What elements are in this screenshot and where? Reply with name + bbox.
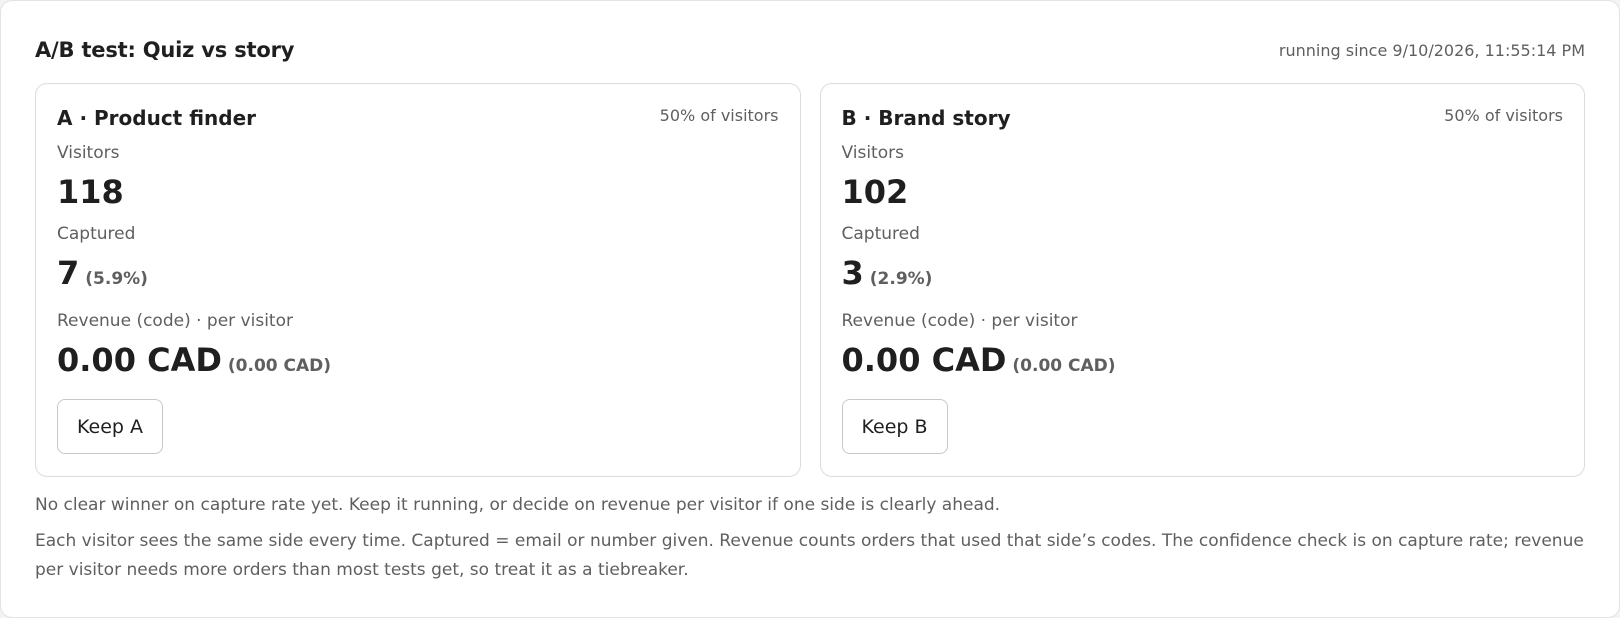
captured-label: Captured [841, 224, 920, 244]
variant-name: A · Product finder [57, 106, 257, 130]
revenue-label: Revenue (code) · per visitor [57, 311, 293, 331]
captured-label: Captured [57, 224, 136, 244]
visitors-value: 118 [57, 173, 124, 211]
revenue-per-visitor: (0.00 CAD) [1012, 356, 1116, 376]
ab-test-card: A/B test: Quiz vs story running since 9/… [0, 0, 1620, 618]
captured-rate: (2.9%) [869, 269, 933, 289]
captured-value: 7 (5.9%) [57, 254, 148, 292]
keep-b-button[interactable]: Keep B [841, 399, 948, 454]
variant-card-a: A · Product finder 50% of visitors Visit… [35, 83, 801, 477]
revenue-value: 0.00 CAD (0.00 CAD) [841, 341, 1116, 379]
revenue-per-visitor: (0.00 CAD) [227, 356, 332, 376]
visitors-label: Visitors [57, 143, 120, 163]
keep-a-button[interactable]: Keep A [57, 399, 163, 454]
variant-card-b: B · Brand story 50% of visitors Visitors… [819, 83, 1585, 477]
traffic-split: 50% of visitors [1444, 106, 1563, 125]
variants: A · Product finder 50% of visitors Visit… [35, 83, 1585, 477]
revenue-value: 0.00 CAD (0.00 CAD) [57, 341, 332, 379]
traffic-split: 50% of visitors [659, 106, 779, 125]
running-since: running since 9/10/2026, 11:55:14 PM [1278, 40, 1585, 60]
test-title: A/B test: Quiz vs story [35, 38, 295, 62]
test-header: A/B test: Quiz vs story running since 9/… [35, 35, 1585, 65]
captured-value: 3 (2.9%) [841, 254, 933, 292]
captured-rate: (5.9%) [85, 269, 148, 289]
verdict-note: No clear winner on capture rate yet. Kee… [35, 495, 1001, 515]
variant-name: B · Brand story [841, 106, 1011, 130]
visitors-value: 102 [841, 173, 909, 211]
explanation-note: Each visitor sees the same side every ti… [35, 531, 1584, 580]
visitors-label: Visitors [841, 143, 904, 163]
revenue-label: Revenue (code) · per visitor [841, 311, 1078, 331]
